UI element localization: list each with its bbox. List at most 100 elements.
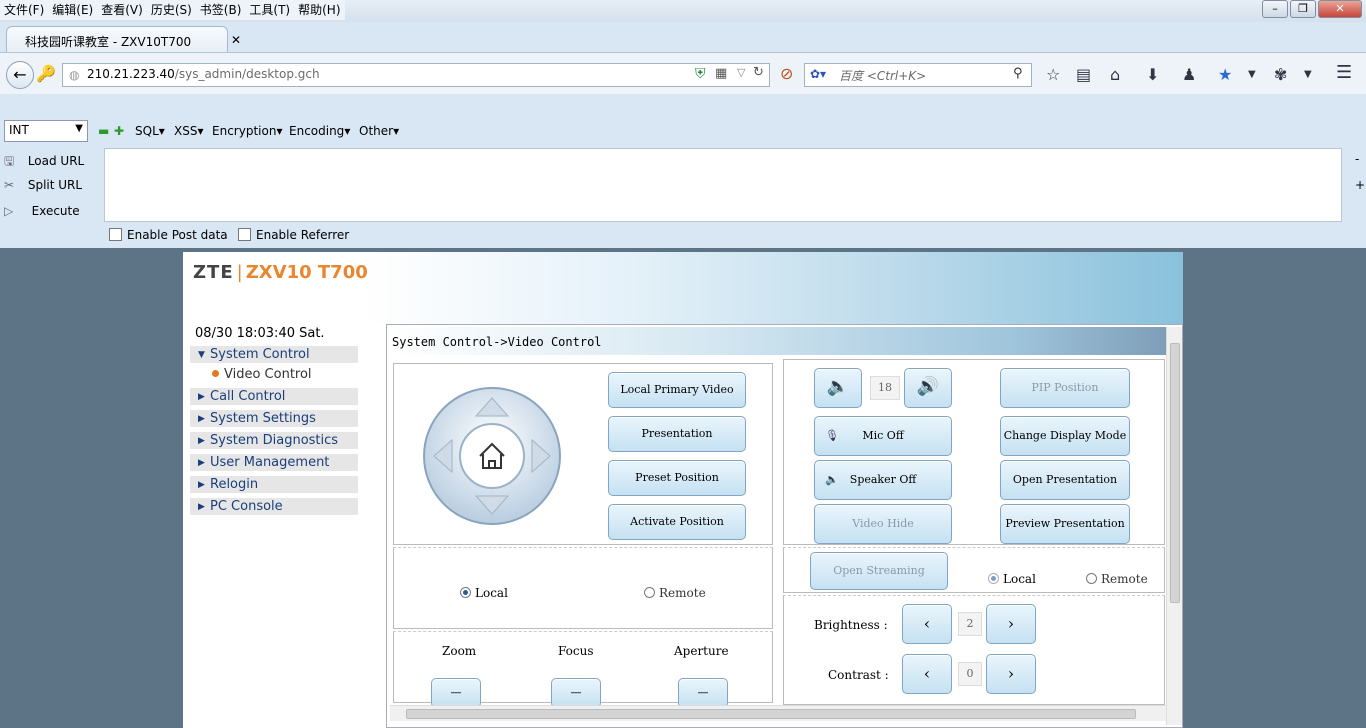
preview-presentation-button[interactable]: Preview Presentation <box>1000 504 1130 544</box>
maximize-button[interactable]: ❐ <box>1290 0 1316 18</box>
nav-call-control[interactable]: ▶ Call Control <box>190 388 358 406</box>
brightness-decrease-button[interactable]: ‹ <box>902 604 952 644</box>
preset-position-button[interactable]: Preset Position <box>608 460 746 496</box>
nav-video-control[interactable]: Video Control <box>212 367 312 382</box>
qr-code-icon[interactable]: ▦ <box>715 66 727 81</box>
video-hide-button[interactable]: Video Hide <box>814 504 952 544</box>
star-icon[interactable]: ☆ <box>1046 65 1060 84</box>
nav-pc-console[interactable]: ▶ PC Console <box>190 498 358 516</box>
shrink-button[interactable]: - <box>1355 152 1359 166</box>
reload-icon[interactable]: ↻ <box>753 65 764 80</box>
local-radio[interactable]: Local <box>460 586 508 600</box>
play-icon: ▷ <box>4 204 14 218</box>
speaker-off-button[interactable]: 🔈 Speaker Off <box>814 460 952 500</box>
menu-edit[interactable]: 编辑(E) <box>48 0 97 20</box>
stream-local-radio[interactable]: Local <box>988 572 1036 586</box>
home-icon[interactable]: ⌂ <box>1110 65 1120 84</box>
nav-system-diagnostics[interactable]: ▶ System Diagnostics <box>190 432 358 450</box>
load-url-action[interactable]: 🖫 Load URL <box>4 152 84 173</box>
browser-tab[interactable]: 科技园听课教室 - ZXV10T700 ✕ <box>6 26 241 54</box>
user-icon[interactable]: ♟ <box>1182 65 1196 84</box>
menu-encryption[interactable]: Encryption▾ <box>212 124 282 138</box>
hamburger-menu-icon[interactable]: ☰ <box>1336 62 1352 83</box>
change-display-mode-button[interactable]: Change Display Mode <box>1000 416 1130 456</box>
nav-relogin[interactable]: ▶ Relogin <box>190 476 358 494</box>
back-button[interactable]: ← <box>6 61 34 89</box>
scissors-icon: ✂ <box>4 178 15 192</box>
execute-action[interactable]: ▷ Execute <box>4 204 80 218</box>
mic-off-button[interactable]: 🎙 Mic Off <box>814 416 952 456</box>
chevron-down-icon[interactable]: ▼ <box>1248 69 1256 80</box>
ptz-direction-pad[interactable] <box>422 386 562 526</box>
type-select[interactable]: INT ▼ <box>4 120 88 142</box>
open-presentation-button[interactable]: Open Presentation <box>1000 460 1130 500</box>
extension-icon[interactable]: ✾ <box>1274 65 1287 84</box>
stream-remote-radio[interactable]: Remote <box>1086 572 1148 586</box>
minimize-button[interactable]: – <box>1262 0 1288 18</box>
activate-position-button[interactable]: Activate Position <box>608 504 746 540</box>
search-input[interactable]: ✿▾ 百度 <Ctrl+K> ⚲ <box>804 63 1032 87</box>
focus-minus-button[interactable]: — <box>551 678 601 708</box>
url-bar[interactable]: ◍ 210.21.223.40/sys_admin/desktop.gch ⛨ … <box>62 63 770 87</box>
brightness-increase-button[interactable]: › <box>986 604 1036 644</box>
plus-green-icon[interactable]: ✚ <box>114 124 124 138</box>
menu-history[interactable]: 历史(S) <box>147 0 196 20</box>
mic-icon: 🎙 <box>825 429 839 442</box>
nav-system-settings[interactable]: ▶ System Settings <box>190 410 358 428</box>
url-textarea[interactable] <box>104 148 1342 222</box>
menu-file[interactable]: 文件(F) <box>0 0 48 20</box>
menu-view[interactable]: 查看(V) <box>97 0 147 20</box>
block-icon[interactable]: ⊘ <box>780 64 793 83</box>
vertical-scrollbar[interactable] <box>1166 327 1182 725</box>
horizontal-scrollbar[interactable] <box>390 705 1166 721</box>
key-icon[interactable]: 🔑 <box>36 64 56 83</box>
radio-unselected[interactable] <box>1086 573 1097 584</box>
load-url-icon: 🖫 <box>4 154 15 168</box>
dropdown-icon[interactable]: ▽ <box>737 66 745 79</box>
enable-referrer-checkbox[interactable]: Enable Referrer <box>238 228 349 242</box>
scrollbar-thumb[interactable] <box>406 709 1136 719</box>
menu-tools[interactable]: 工具(T) <box>245 0 294 20</box>
remote-radio[interactable]: Remote <box>644 586 706 600</box>
menu-help[interactable]: 帮助(H) <box>294 0 344 20</box>
minus-green-icon[interactable]: ▬ <box>98 124 109 138</box>
nav-system-control[interactable]: ▼ System Control <box>190 346 358 364</box>
nav-user-management[interactable]: ▶ User Management <box>190 454 358 472</box>
download-icon[interactable]: ⬇ <box>1146 65 1159 84</box>
radio-unselected[interactable] <box>644 587 655 598</box>
shield-icon[interactable]: ⛨ <box>695 66 706 82</box>
contrast-decrease-button[interactable]: ‹ <box>902 654 952 694</box>
speaker-icon: 🔈 <box>825 473 839 486</box>
split-url-action[interactable]: ✂ Split URL <box>4 178 82 192</box>
enable-post-checkbox[interactable]: Enable Post data <box>109 228 228 242</box>
checkbox-box[interactable] <box>238 228 251 241</box>
volume-down-button[interactable]: 🔈 <box>814 368 862 408</box>
zoom-minus-button[interactable]: — <box>431 678 481 708</box>
aperture-minus-button[interactable]: — <box>678 678 728 708</box>
open-streaming-button[interactable]: Open Streaming <box>810 552 948 590</box>
local-primary-video-button[interactable]: Local Primary Video <box>608 372 746 408</box>
volume-up-button[interactable]: 🔊 <box>904 368 952 408</box>
radio-selected[interactable] <box>460 587 471 598</box>
menu-other[interactable]: Other▾ <box>359 124 399 138</box>
menu-xss[interactable]: XSS▾ <box>174 124 204 138</box>
reading-list-icon[interactable]: ▤ <box>1076 65 1091 84</box>
expand-button[interactable]: + <box>1355 178 1365 192</box>
menu-bookmarks[interactable]: 书签(B) <box>196 0 246 20</box>
menu-encoding[interactable]: Encoding▾ <box>289 124 350 138</box>
speaker-high-icon: 🔊 <box>916 376 940 397</box>
navigation-bar: ← 🔑 ◍ 210.21.223.40/sys_admin/desktop.gc… <box>0 52 1366 94</box>
scrollbar-thumb[interactable] <box>1170 343 1180 603</box>
magnifier-icon[interactable]: ⚲ <box>1013 66 1023 81</box>
bookmark-star-icon[interactable]: ★ <box>1218 65 1232 84</box>
triangle-right-icon: ▶ <box>198 414 205 424</box>
contrast-increase-button[interactable]: › <box>986 654 1036 694</box>
close-tab-icon[interactable]: ✕ <box>231 33 241 47</box>
close-window-button[interactable]: ✕ <box>1318 0 1362 18</box>
pip-position-button[interactable]: PIP Position <box>1000 368 1130 408</box>
chevron-down-icon[interactable]: ▼ <box>1304 69 1312 80</box>
checkbox-box[interactable] <box>109 228 122 241</box>
radio-selected[interactable] <box>988 573 999 584</box>
menu-sql[interactable]: SQL▾ <box>135 124 165 138</box>
presentation-button[interactable]: Presentation <box>608 416 746 452</box>
